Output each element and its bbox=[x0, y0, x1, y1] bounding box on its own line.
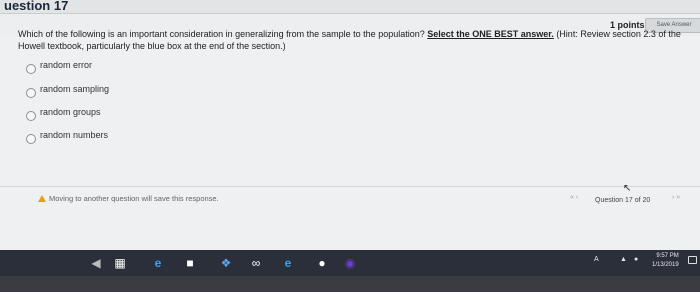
mouse-cursor-icon: ↖ bbox=[623, 183, 632, 194]
radio-button[interactable] bbox=[26, 64, 36, 74]
save-warning: Moving to another question will save thi… bbox=[38, 194, 219, 203]
warning-text: Moving to another question will save thi… bbox=[49, 194, 219, 203]
radio-button[interactable] bbox=[26, 134, 36, 144]
edge-icon[interactable]: e bbox=[150, 256, 166, 270]
question-counter: Question 17 of 20 bbox=[595, 197, 651, 204]
back-icon[interactable]: ◀ bbox=[88, 256, 104, 270]
question-body: Which of the following is an important c… bbox=[18, 29, 425, 39]
question-header: uestion 17 bbox=[0, 0, 700, 14]
dropbox-icon[interactable]: ❖ bbox=[218, 256, 234, 270]
footer-divider bbox=[0, 186, 700, 187]
warning-icon bbox=[38, 195, 46, 202]
option-label[interactable]: random groups bbox=[40, 107, 101, 117]
monitor-bezel bbox=[0, 276, 700, 292]
clock-time: 9:57 PM bbox=[656, 253, 679, 259]
notification-icon[interactable] bbox=[688, 256, 697, 264]
question-text: Which of the following is an important c… bbox=[18, 28, 693, 52]
edge-alt-icon[interactable]: e bbox=[280, 256, 296, 270]
radio-button[interactable] bbox=[26, 88, 36, 98]
option-label[interactable]: random numbers bbox=[40, 130, 108, 140]
clock-date: 1/13/2019 bbox=[652, 262, 679, 268]
mail-icon[interactable]: ■ bbox=[182, 256, 198, 270]
network-icon[interactable]: ● bbox=[634, 256, 638, 263]
firefox-icon[interactable]: ◉ bbox=[342, 256, 358, 270]
question-instruction: Select the ONE BEST answer. bbox=[427, 29, 554, 39]
people-icon[interactable]: A bbox=[594, 256, 599, 263]
option-label[interactable]: random sampling bbox=[40, 84, 109, 94]
system-tray-icon[interactable]: ▲ bbox=[620, 256, 627, 263]
taskbar-clock[interactable]: 9:57 PM 1/13/2019 bbox=[652, 252, 679, 270]
previous-question-button[interactable]: « ‹ bbox=[570, 194, 578, 201]
question-title: uestion 17 bbox=[4, 0, 69, 13]
task-view-icon[interactable]: ▦ bbox=[112, 256, 128, 270]
chrome-icon[interactable]: ● bbox=[314, 256, 330, 270]
infinity-icon[interactable]: ∞ bbox=[248, 256, 264, 270]
option-label[interactable]: random error bbox=[40, 60, 92, 70]
next-question-button[interactable]: › » bbox=[672, 194, 680, 201]
radio-button[interactable] bbox=[26, 111, 36, 121]
